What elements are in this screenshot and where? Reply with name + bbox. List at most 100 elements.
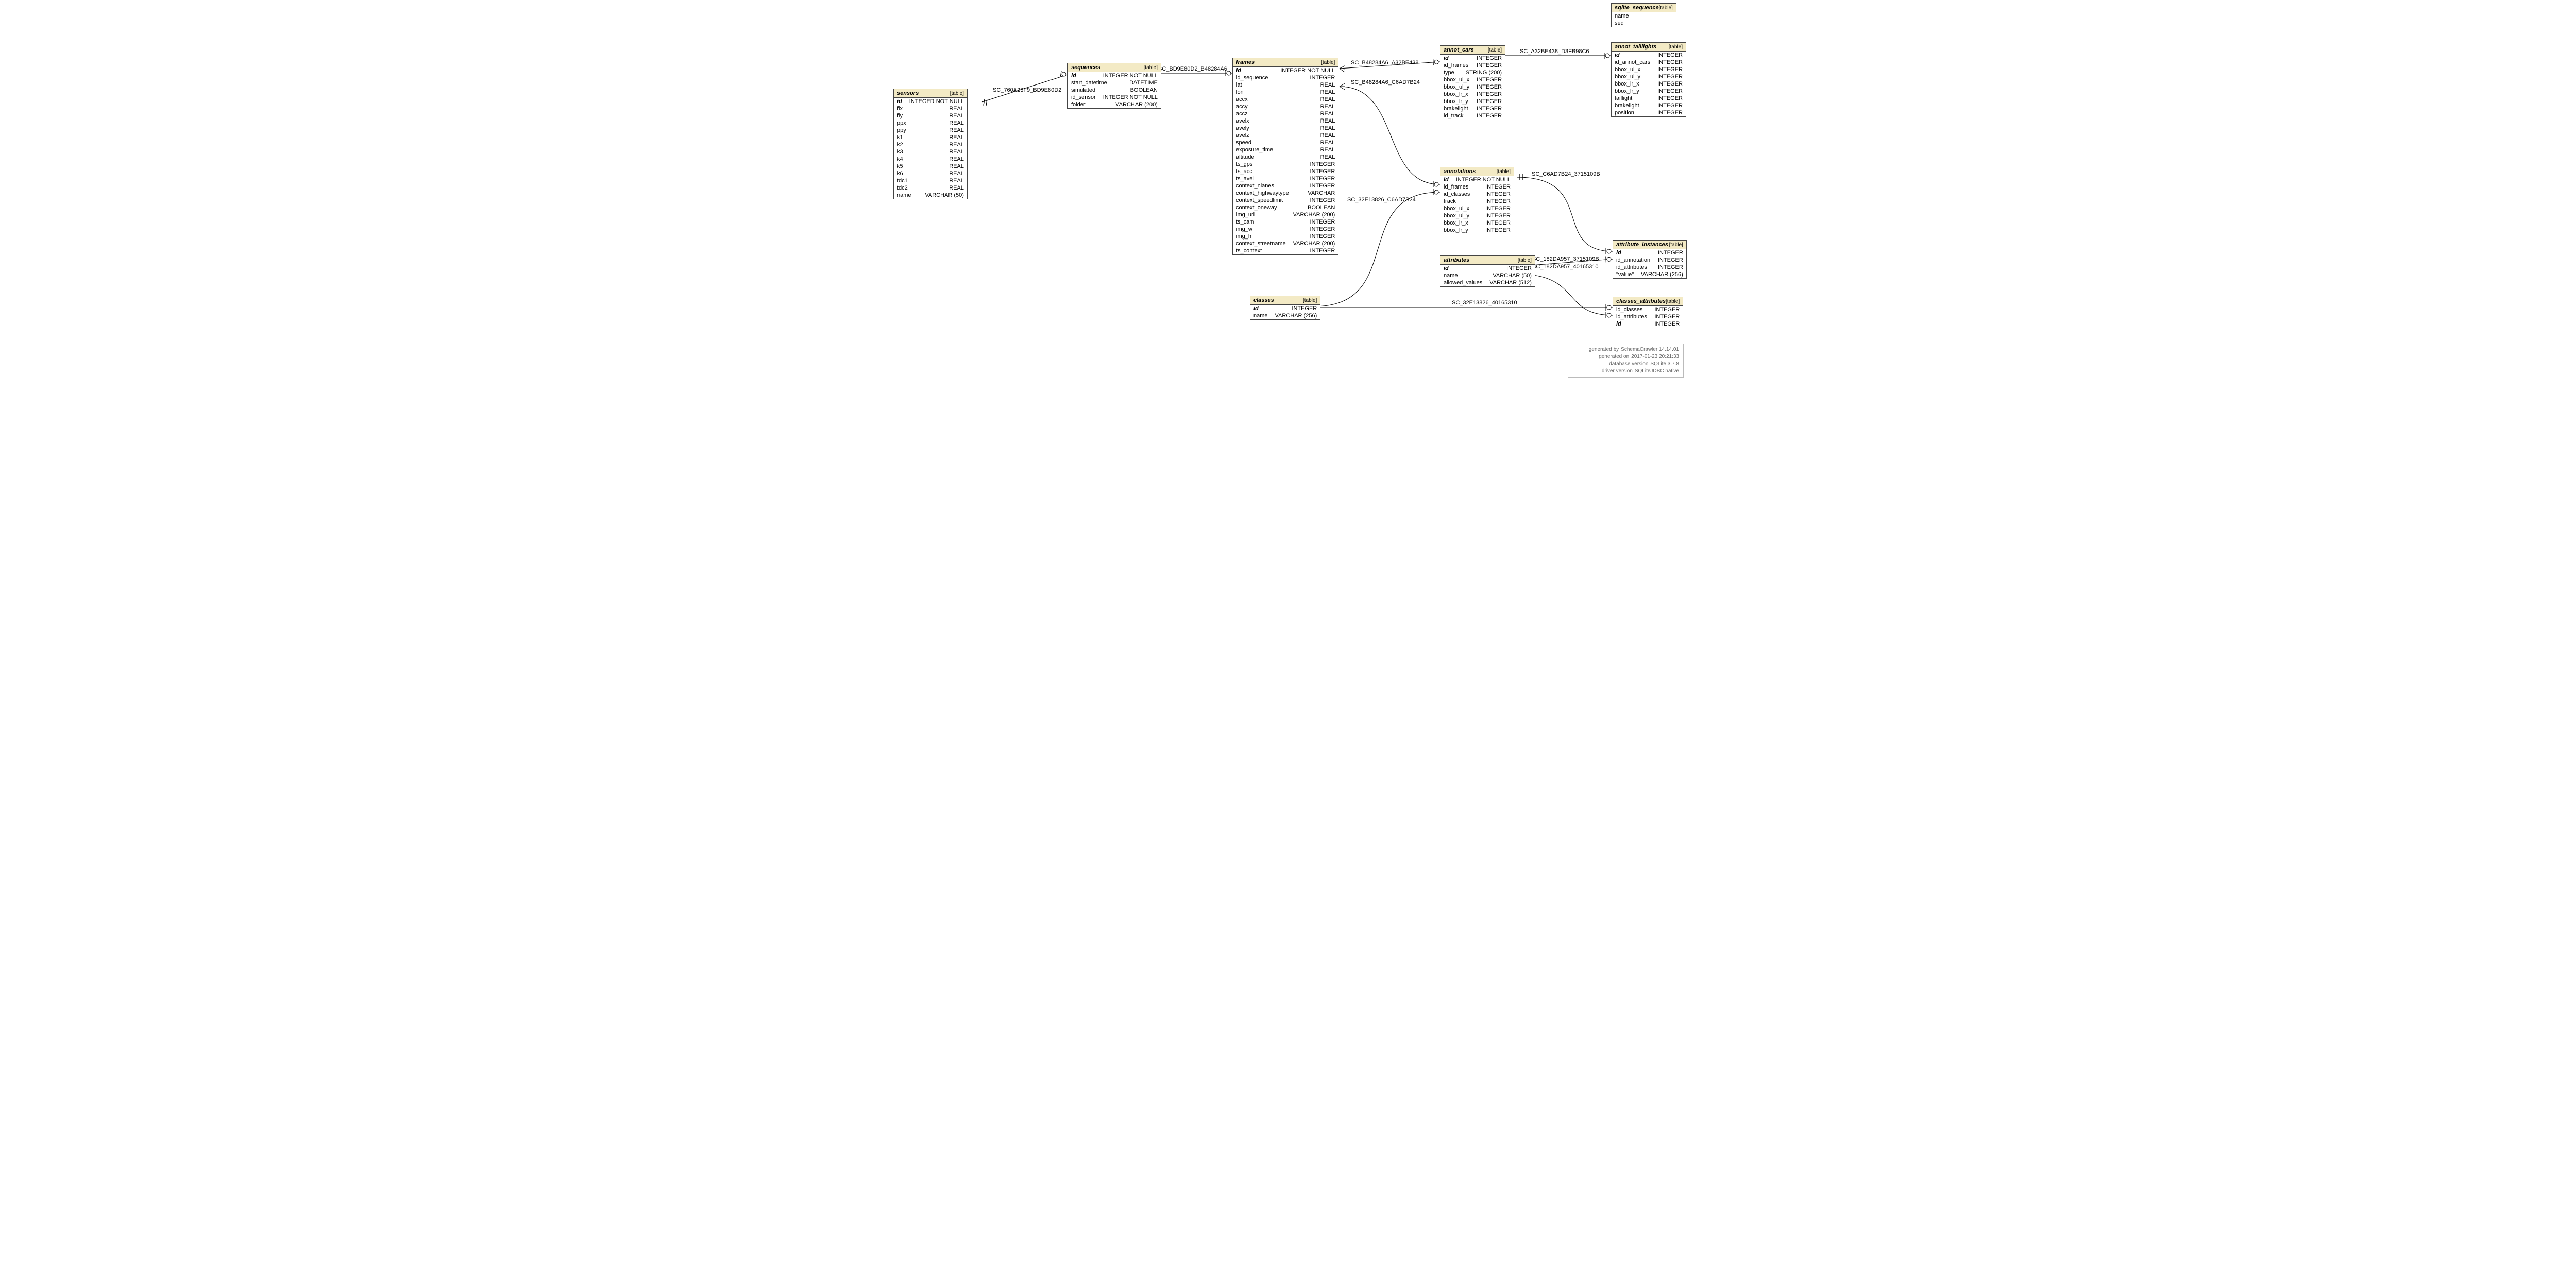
table-annot_taillights: annot_taillights[table]idINTEGERid_annot… <box>1611 42 1686 117</box>
column-name: context_highwaytype <box>1236 190 1289 196</box>
column-type: INTEGER <box>1477 62 1502 69</box>
column-type: REAL <box>1320 111 1335 117</box>
column-row: acczREAL <box>1233 110 1338 117</box>
column-type: INTEGER <box>1477 106 1502 112</box>
column-row: bbox_ul_yINTEGER <box>1440 212 1514 219</box>
table-name: annotations <box>1444 168 1476 175</box>
table-tag: [table] <box>1669 44 1683 50</box>
column-name: ppx <box>897 120 906 126</box>
column-name: type <box>1444 70 1454 76</box>
column-name: img_w <box>1236 226 1252 232</box>
column-name: taillight <box>1615 95 1632 101</box>
column-type: STRING (200) <box>1466 70 1502 76</box>
column-row: img_hINTEGER <box>1233 233 1338 240</box>
table-header: sequences[table] <box>1068 63 1161 72</box>
table-classes: classes[table]idINTEGERnameVARCHAR (256) <box>1250 296 1320 320</box>
column-type: VARCHAR (50) <box>925 192 964 198</box>
rel-label: SC_182DA957_40165310 <box>1532 264 1598 270</box>
column-name: "value" <box>1616 271 1634 278</box>
column-row: ppxREAL <box>894 120 967 127</box>
column-type: REAL <box>949 127 964 133</box>
column-row: start_datetimeDATETIME <box>1068 79 1161 87</box>
table-tag: [table] <box>1144 65 1158 71</box>
column-type: INTEGER <box>1506 265 1532 271</box>
column-type: INTEGER <box>1292 305 1317 312</box>
column-name: bbox_lr_x <box>1444 220 1468 226</box>
table-tag: [table] <box>950 91 964 96</box>
rel-label: SC_182DA957_3715109B <box>1532 256 1599 262</box>
column-type: INTEGER <box>1485 213 1511 219</box>
column-name: id_annotation <box>1616 257 1650 263</box>
column-row: altitudeREAL <box>1233 153 1338 161</box>
column-type: VARCHAR (256) <box>1275 313 1317 319</box>
table-tag: [table] <box>1497 169 1511 175</box>
column-type: INTEGER <box>1485 191 1511 197</box>
table-name: annot_cars <box>1444 47 1474 53</box>
table-sequences: sequences[table]idINTEGER NOT NULLstart_… <box>1067 63 1161 109</box>
column-name: lon <box>1236 89 1244 95</box>
column-name: id_track <box>1444 113 1464 119</box>
column-name: position <box>1615 110 1634 116</box>
table-header: sqlite_sequence[table] <box>1612 4 1676 12</box>
column-row: nameVARCHAR (50) <box>894 192 967 199</box>
table-sensors: sensors[table]idINTEGER NOT NULLflxREALf… <box>893 89 968 199</box>
column-name: id_sequence <box>1236 75 1268 81</box>
column-name: bbox_ul_y <box>1615 74 1640 80</box>
column-type: REAL <box>1320 96 1335 103</box>
column-name: bbox_lr_y <box>1444 98 1468 105</box>
column-row: id_trackINTEGER <box>1440 112 1505 120</box>
table-name: attribute_instances <box>1616 242 1668 248</box>
rel-label: SC_C6AD7B24_3715109B <box>1532 171 1600 177</box>
column-row: ts_camINTEGER <box>1233 218 1338 226</box>
column-row: exposure_timeREAL <box>1233 146 1338 153</box>
table-sqlite_sequence: sqlite_sequence[table]nameseq <box>1611 3 1676 27</box>
column-name: img_uri <box>1236 212 1255 218</box>
table-name: classes <box>1253 297 1274 303</box>
column-row: bbox_lr_xINTEGER <box>1440 91 1505 98</box>
column-name: folder <box>1071 101 1086 108</box>
rel-label: SC_B48284A6_C6AD7B24 <box>1351 79 1420 86</box>
rel-label: SC_BD9E80D2_B48284A6 <box>1158 66 1227 72</box>
table-annotations: annotations[table]idINTEGER NOT NULLid_f… <box>1440 167 1514 234</box>
column-row: brakelightINTEGER <box>1612 102 1686 109</box>
column-type: VARCHAR (200) <box>1115 101 1158 108</box>
column-row: ts_avelINTEGER <box>1233 175 1338 182</box>
table-annot_cars: annot_cars[table]idINTEGERid_framesINTEG… <box>1440 45 1505 120</box>
column-name: id_attributes <box>1616 314 1647 320</box>
column-name: id <box>1071 73 1076 79</box>
column-row: nameVARCHAR (50) <box>1440 272 1535 279</box>
column-name: brakelight <box>1444 106 1468 112</box>
column-row: idINTEGER NOT NULL <box>1233 67 1338 74</box>
table-tag: [table] <box>1669 242 1683 248</box>
column-type: INTEGER <box>1310 168 1335 175</box>
column-type: INTEGER <box>1657 110 1683 116</box>
column-type: INTEGER <box>1477 98 1502 105</box>
column-row: name VARCHAR (256) <box>1250 312 1320 319</box>
column-row: speedREAL <box>1233 139 1338 146</box>
column-row: id_attributesINTEGER <box>1613 313 1683 320</box>
column-type: REAL <box>1320 118 1335 124</box>
column-row: ts_contextINTEGER <box>1233 247 1338 254</box>
column-row: avelzREAL <box>1233 132 1338 139</box>
column-name: tdc1 <box>897 178 908 184</box>
column-name: avelx <box>1236 118 1249 124</box>
column-name: id_attributes <box>1616 264 1647 270</box>
table-name: attributes <box>1444 257 1469 263</box>
column-name: bbox_ul_x <box>1615 66 1640 73</box>
column-row: avelyREAL <box>1233 125 1338 132</box>
rel-label: SC_32E13826_40165310 <box>1452 300 1517 306</box>
column-name: ts_cam <box>1236 219 1254 225</box>
column-row: idINTEGER NOT NULL <box>894 98 967 105</box>
rel-label: SC_B48284A6_A32BE438 <box>1351 60 1419 66</box>
column-name: ts_avel <box>1236 176 1254 182</box>
column-name: name <box>1253 313 1268 319</box>
table-header: annot_cars[table] <box>1440 46 1505 55</box>
table-header: sensors[table] <box>894 89 967 98</box>
column-name: ts_acc <box>1236 168 1252 175</box>
table-tag: [table] <box>1666 299 1680 304</box>
column-type: VARCHAR (512) <box>1489 280 1532 286</box>
column-type: INTEGER <box>1477 84 1502 90</box>
table-header: classes_attributes[table] <box>1613 297 1683 306</box>
column-type: INTEGER <box>1310 75 1335 81</box>
rel-label: SC_A32BE438_D3FB98C6 <box>1520 48 1589 55</box>
